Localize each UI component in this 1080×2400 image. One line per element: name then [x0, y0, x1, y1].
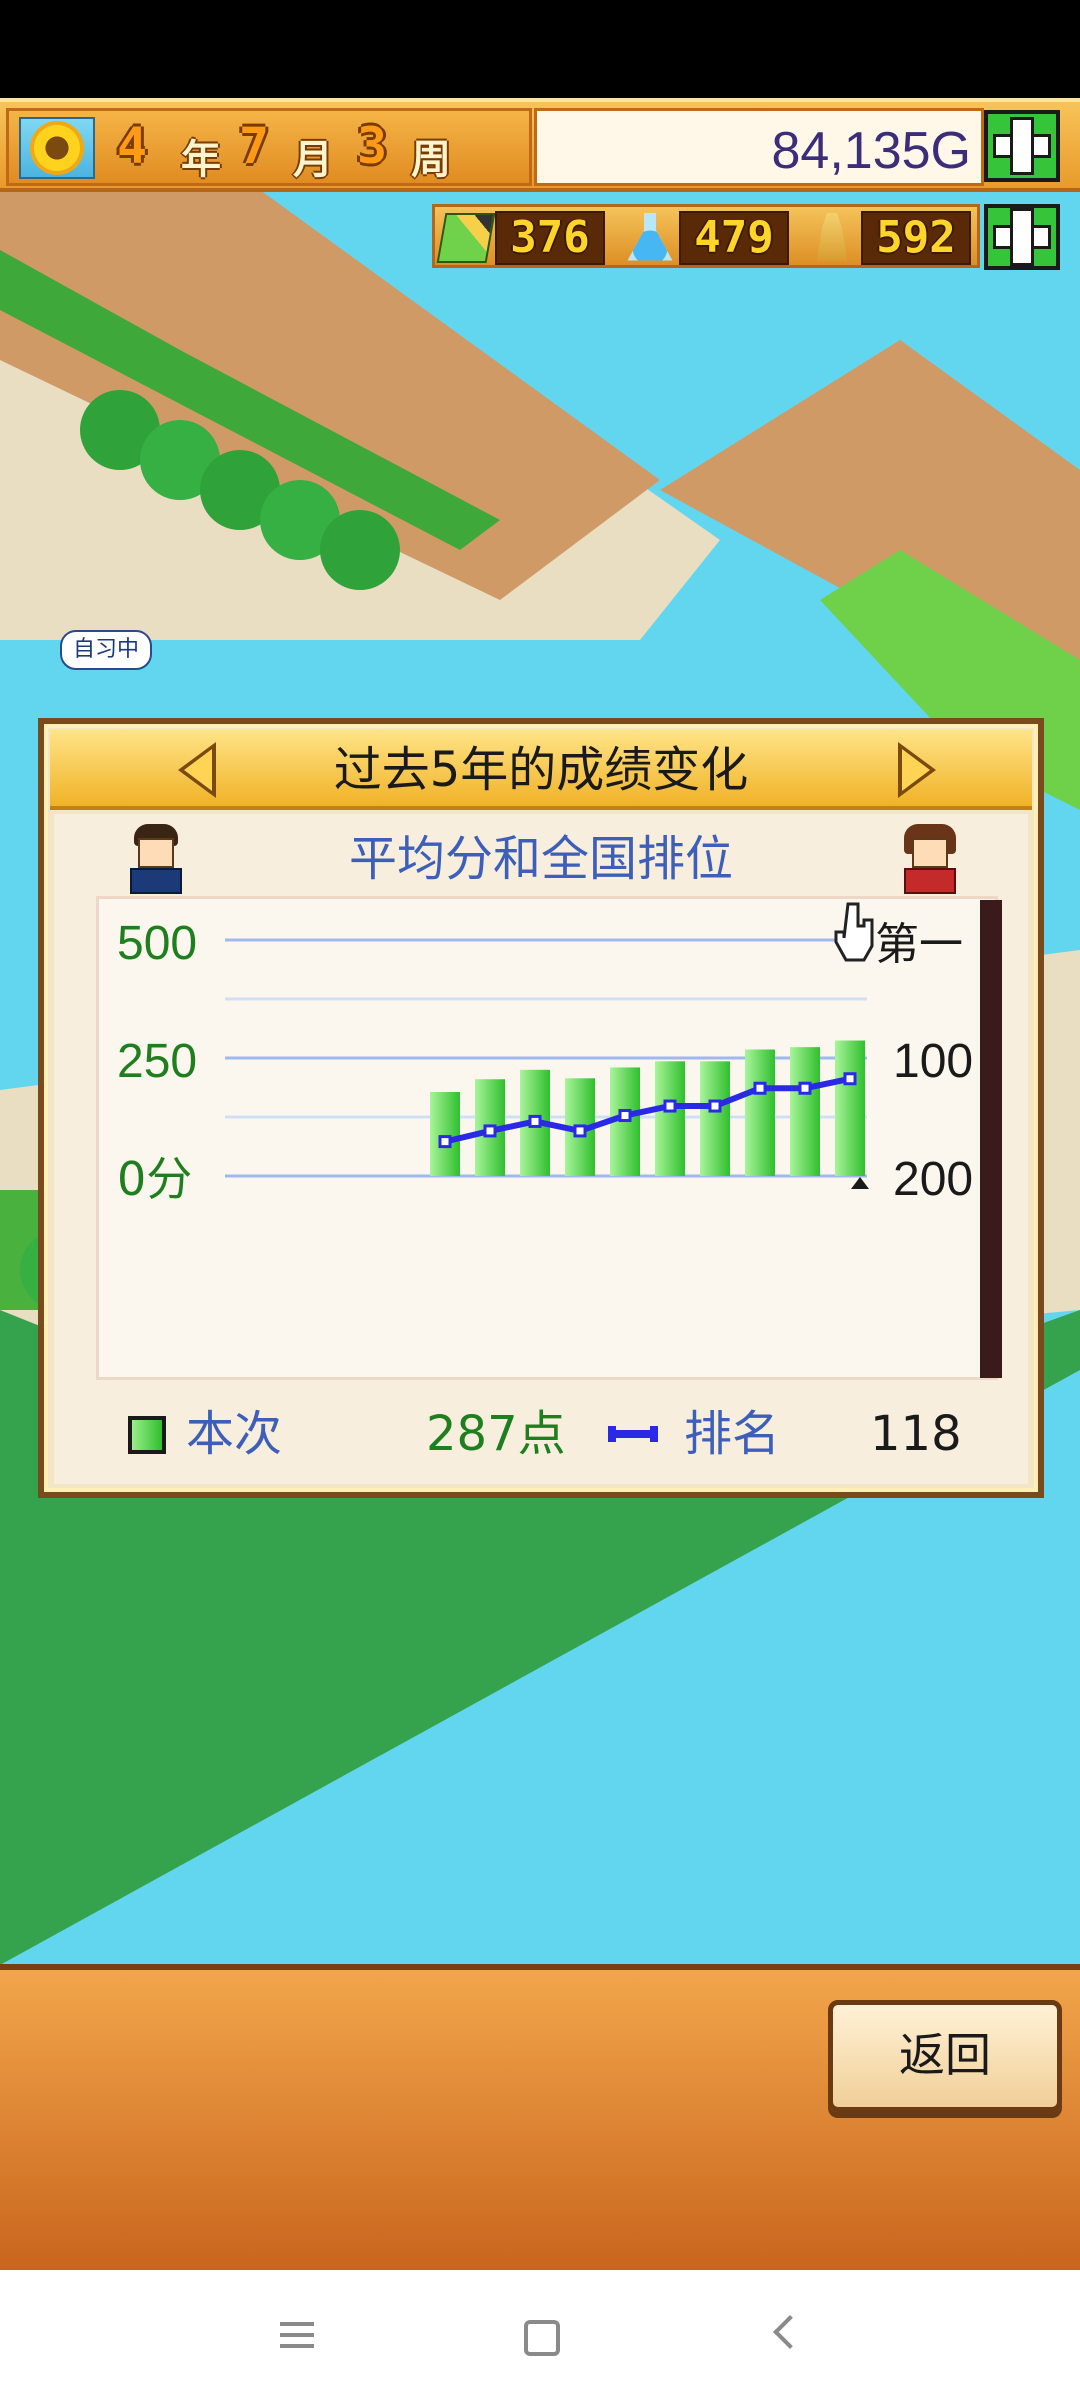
bottom-panel: 返回 [0, 1964, 1080, 2270]
date-year: 4 [117, 117, 148, 175]
date-month: 7 [239, 117, 270, 175]
chart-panel: 500 250 0分 第一 100 200 [96, 896, 998, 1380]
rank-point [708, 1099, 722, 1113]
rank-point [843, 1072, 857, 1086]
rank-point [798, 1081, 812, 1095]
score-legend-label: 本次 [186, 1406, 283, 1462]
date-year-unit: 年 [181, 137, 221, 183]
home-icon[interactable] [514, 2310, 564, 2360]
add-resource-button[interactable] [984, 204, 1060, 270]
score-bar [745, 1049, 775, 1176]
rank-point [573, 1124, 587, 1138]
rank-point [663, 1099, 677, 1113]
score-bar [655, 1061, 685, 1176]
date-box: 4 年 7 月 3 周 [6, 108, 532, 186]
tower-icon [817, 213, 847, 261]
score-history-dialog: 过去5年的成绩变化 平均分和全国排位 500 250 0分 第一 100 200 [38, 718, 1044, 1498]
chart-subtitle: 平均分和全国排位 [348, 831, 733, 887]
y-axis-label-250: 250 [117, 1035, 197, 1088]
date-money-bar: 4 年 7 月 3 周 84,135G [0, 98, 1080, 192]
rank-point [438, 1135, 452, 1149]
phone-status-bar [0, 0, 1080, 98]
rank-line [444, 1075, 851, 1145]
rank-value: 118 [870, 1406, 962, 1462]
rank-legend-line [608, 1426, 658, 1442]
android-nav-bar [0, 2270, 1080, 2400]
dialog-title: 过去5年的成绩变化 [333, 742, 749, 798]
resource-bar: 376 479 592 [432, 204, 980, 268]
score-rank-chart: 500 250 0分 第一 100 200 [117, 917, 973, 1206]
dialog-header: 过去5年的成绩变化 [50, 730, 1032, 810]
rank-marker-icon [851, 1177, 869, 1189]
flask-icon [627, 213, 673, 261]
rank-scrollbar[interactable] [980, 900, 1002, 1378]
score-value: 287点 [426, 1406, 566, 1462]
y-axis-label-500: 500 [117, 917, 197, 970]
chart-legend: 本次 287点 排名 118 [54, 1394, 1028, 1474]
medicine-value: 479 [679, 211, 789, 265]
tower-value: 592 [861, 211, 971, 265]
speech-bubble: 自习中 [60, 630, 152, 670]
rank-axis-label-200: 200 [893, 1153, 973, 1206]
score-bar [700, 1061, 730, 1176]
score-bar [835, 1040, 865, 1176]
add-money-button[interactable] [984, 110, 1060, 182]
back-button[interactable]: 返回 [828, 2000, 1062, 2112]
score-bar [430, 1091, 460, 1176]
money-amount: 84,135G [771, 122, 972, 180]
score-bar [790, 1047, 820, 1176]
menu-icon[interactable] [272, 2310, 322, 2360]
date-week: 3 [357, 117, 388, 175]
rank-point [483, 1124, 497, 1138]
score-legend-swatch [128, 1416, 166, 1454]
dialog-body: 平均分和全国排位 500 250 0分 第一 100 200 本次 287点 排… [54, 814, 1028, 1484]
next-page-arrow-icon[interactable] [898, 742, 938, 798]
back-icon[interactable] [760, 2310, 810, 2360]
money-box: 84,135G [534, 108, 984, 186]
sunflower-icon[interactable] [19, 117, 95, 179]
rank-axis-label-top: 第一 [875, 919, 963, 970]
rank-point [618, 1109, 632, 1123]
research-points-value: 376 [495, 211, 605, 265]
hand-cursor-icon [834, 902, 874, 962]
pencil-icon [436, 213, 496, 263]
rank-axis-label-100: 100 [893, 1035, 973, 1088]
date-week-unit: 周 [411, 137, 451, 183]
date-month-unit: 月 [293, 137, 333, 183]
y-axis-label-0: 0分 [117, 1152, 192, 1206]
rank-legend-label: 排名 [684, 1406, 781, 1462]
rank-point [753, 1081, 767, 1095]
rank-point [528, 1114, 542, 1128]
student-avatar [900, 824, 960, 894]
